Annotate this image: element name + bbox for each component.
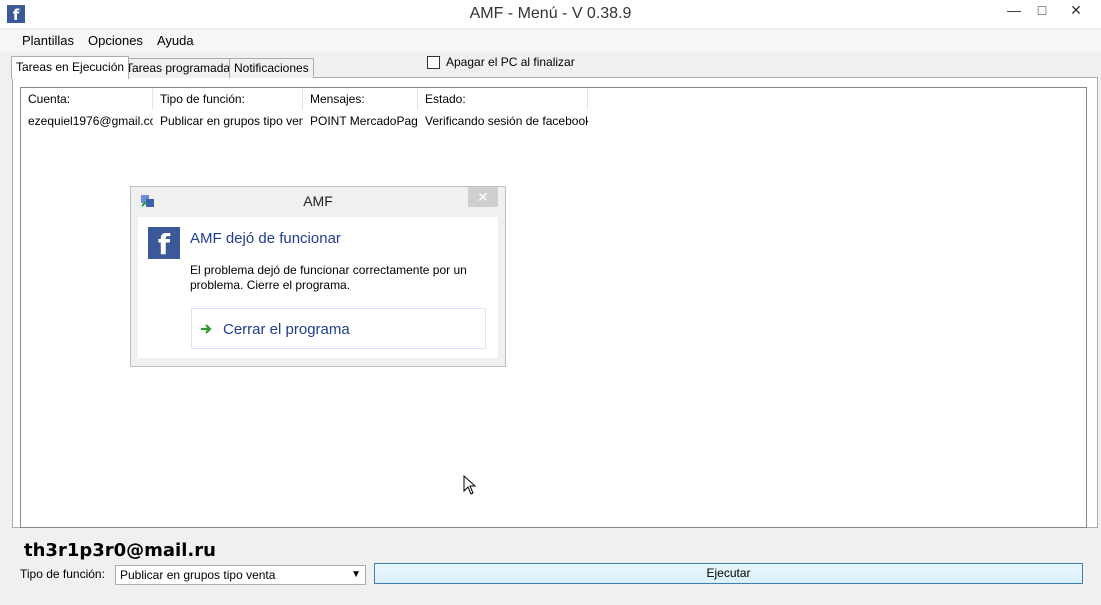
- dialog-title: AMF: [303, 193, 333, 209]
- tab-tareas-en-ejecucion[interactable]: Tareas en Ejecución: [11, 56, 130, 79]
- menu-item-ayuda[interactable]: Ayuda: [150, 30, 201, 52]
- menu-item-opciones[interactable]: Opciones: [81, 30, 150, 52]
- tab-tareas-programadas[interactable]: Tareas programadas: [121, 58, 242, 78]
- column-header-cuenta[interactable]: Cuenta:: [21, 88, 153, 110]
- table-row-cell-mensajes[interactable]: POINT MercadoPago: [303, 113, 418, 129]
- dialog-close-button[interactable]: ✕: [468, 187, 498, 207]
- execute-button[interactable]: Ejecutar: [374, 563, 1083, 584]
- dialog-message: El problema dejó de funcionar correctame…: [190, 263, 467, 292]
- column-header-tipo-de-funcion[interactable]: Tipo de función:: [153, 88, 303, 110]
- tab-notificaciones[interactable]: Notificaciones: [229, 58, 314, 78]
- menu-bar: Plantillas Opciones Ayuda: [0, 30, 1101, 52]
- column-header-estado[interactable]: Estado:: [418, 88, 588, 110]
- function-type-select[interactable]: Publicar en grupos tipo venta ▼: [115, 565, 366, 585]
- close-window-button[interactable]: ✕: [1056, 0, 1096, 22]
- arrow-right-icon: [201, 324, 212, 334]
- mouse-cursor-icon: [463, 475, 477, 495]
- table-row-cell-estado[interactable]: Verificando sesión de facebook...: [418, 113, 588, 129]
- window-title: AMF - Menú - V 0.38.9: [469, 5, 632, 22]
- menu-item-plantillas[interactable]: Plantillas: [15, 30, 81, 52]
- column-header-mensajes[interactable]: Mensajes:: [303, 88, 418, 110]
- dialog-heading: AMF dejó de funcionar: [190, 230, 341, 247]
- close-program-label[interactable]: Cerrar el programa: [223, 321, 350, 338]
- maximize-button[interactable]: □: [1028, 0, 1056, 22]
- function-type-selected: Publicar en grupos tipo venta: [120, 568, 276, 582]
- table-row-cell-cuenta[interactable]: ezequiel1976@gmail.com: [21, 113, 153, 129]
- facebook-icon: f: [148, 227, 180, 259]
- chevron-down-icon: ▼: [351, 569, 361, 580]
- minimize-button[interactable]: —: [1000, 0, 1028, 22]
- table-row-cell-tipo[interactable]: Publicar en grupos tipo venta: [153, 113, 303, 129]
- watermark-text: th3r1p3r0@mail.ru: [24, 540, 216, 561]
- function-type-label: Tipo de función:: [20, 567, 105, 581]
- shutdown-checkbox[interactable]: [427, 56, 440, 69]
- shutdown-label: Apagar el PC al finalizar: [446, 55, 575, 69]
